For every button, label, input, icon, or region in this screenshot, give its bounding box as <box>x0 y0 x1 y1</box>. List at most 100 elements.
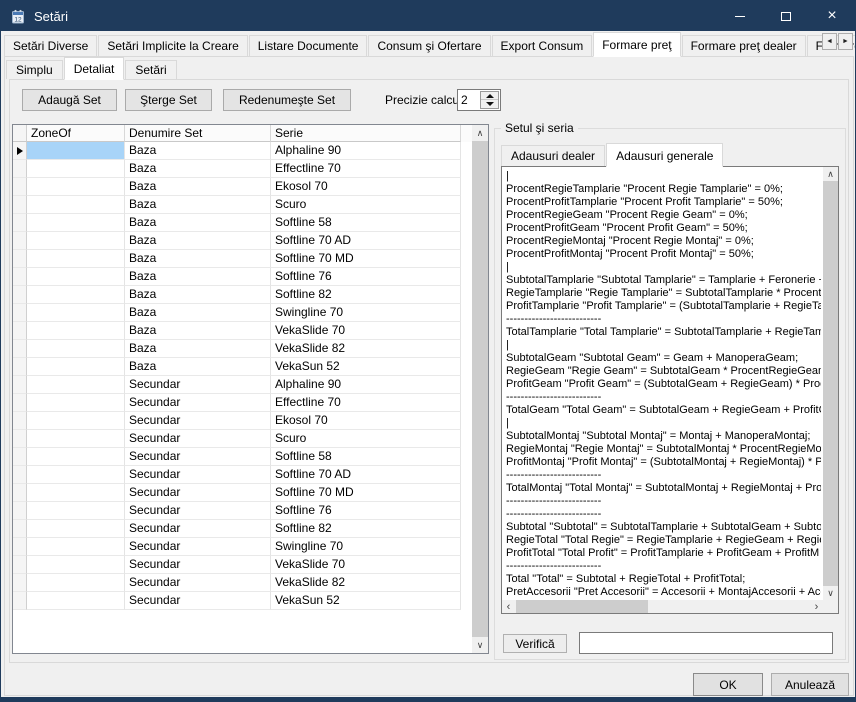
tab-formare-pret[interactable]: Formare preţ <box>593 32 680 57</box>
cell-zoneof[interactable] <box>27 466 125 484</box>
tab-simplu[interactable]: Simplu <box>6 60 63 79</box>
cell-zoneof[interactable] <box>27 484 125 502</box>
cell-serie[interactable]: Softline 70 AD <box>271 466 461 484</box>
tab-export-consum[interactable]: Export Consum <box>492 35 593 56</box>
cell-serie[interactable]: Ekosol 70 <box>271 412 461 430</box>
row-header[interactable] <box>13 466 27 484</box>
row-header[interactable] <box>13 358 27 376</box>
row-header[interactable] <box>13 412 27 430</box>
editor-horizontal-scrollbar[interactable]: ‹ › <box>502 600 823 613</box>
tab-scroll-right-button[interactable]: ► <box>838 33 853 50</box>
cell-zoneof[interactable] <box>27 304 125 322</box>
ok-button[interactable]: OK <box>693 673 763 696</box>
row-header[interactable] <box>13 376 27 394</box>
cell-zoneof[interactable] <box>27 592 125 610</box>
row-header[interactable] <box>13 538 27 556</box>
tab-detaliat[interactable]: Detaliat <box>64 57 125 80</box>
cell-denumire-set[interactable]: Secundar <box>125 484 271 502</box>
cell-zoneof[interactable] <box>27 322 125 340</box>
cell-serie[interactable]: Scuro <box>271 430 461 448</box>
row-header[interactable] <box>13 286 27 304</box>
row-header[interactable] <box>13 322 27 340</box>
cell-serie[interactable]: Softline 58 <box>271 214 461 232</box>
cell-zoneof[interactable] <box>27 574 125 592</box>
cell-serie[interactable]: Scuro <box>271 196 461 214</box>
scrollbar-thumb[interactable] <box>472 141 488 637</box>
row-header[interactable] <box>13 520 27 538</box>
scrollbar-thumb[interactable] <box>823 181 838 586</box>
cell-denumire-set[interactable]: Secundar <box>125 376 271 394</box>
cell-denumire-set[interactable]: Baza <box>125 178 271 196</box>
row-header[interactable] <box>13 448 27 466</box>
cell-denumire-set[interactable]: Baza <box>125 214 271 232</box>
verify-button[interactable]: Verifică <box>503 634 567 653</box>
cell-serie[interactable]: Swingline 70 <box>271 304 461 322</box>
maximize-button[interactable] <box>763 1 809 31</box>
row-header[interactable] <box>13 556 27 574</box>
cell-serie[interactable]: VekaSun 52 <box>271 358 461 376</box>
row-header[interactable] <box>13 340 27 358</box>
cell-zoneof[interactable] <box>27 520 125 538</box>
cell-zoneof[interactable] <box>27 412 125 430</box>
row-header[interactable] <box>13 160 27 178</box>
cell-zoneof[interactable] <box>27 250 125 268</box>
cell-denumire-set[interactable]: Baza <box>125 232 271 250</box>
cell-denumire-set[interactable]: Secundar <box>125 502 271 520</box>
cell-denumire-set[interactable]: Secundar <box>125 394 271 412</box>
row-header[interactable] <box>13 250 27 268</box>
cell-serie[interactable]: Effectline 70 <box>271 394 461 412</box>
cell-zoneof[interactable] <box>27 214 125 232</box>
tab-consum-si-ofertare[interactable]: Consum şi Ofertare <box>368 35 490 56</box>
minimize-button[interactable] <box>717 1 763 31</box>
cell-serie[interactable]: Softline 70 MD <box>271 250 461 268</box>
cell-zoneof[interactable] <box>27 286 125 304</box>
scroll-up-button[interactable]: ∧ <box>472 125 488 141</box>
cell-serie[interactable]: VekaSlide 70 <box>271 322 461 340</box>
tab-setari-diverse[interactable]: Setări Diverse <box>4 35 97 56</box>
close-button[interactable]: × <box>809 1 855 31</box>
delete-set-button[interactable]: Şterge Set <box>125 89 212 111</box>
cell-denumire-set[interactable]: Baza <box>125 196 271 214</box>
cell-serie[interactable]: Ekosol 70 <box>271 178 461 196</box>
cancel-button[interactable]: Anulează <box>771 673 849 696</box>
scroll-down-button[interactable]: ∨ <box>823 586 838 600</box>
cell-zoneof[interactable] <box>27 358 125 376</box>
cell-serie[interactable]: VekaSlide 82 <box>271 574 461 592</box>
formula-text[interactable]: | ProcentRegieTamplarie "Procent Regie T… <box>506 170 821 598</box>
row-header[interactable] <box>13 592 27 610</box>
cell-serie[interactable]: Alphaline 90 <box>271 142 461 160</box>
row-header[interactable] <box>13 214 27 232</box>
cell-zoneof[interactable] <box>27 394 125 412</box>
cell-zoneof[interactable] <box>27 502 125 520</box>
cell-zoneof[interactable] <box>27 142 125 160</box>
row-header[interactable] <box>13 268 27 286</box>
row-header[interactable] <box>13 196 27 214</box>
cell-serie[interactable]: Effectline 70 <box>271 160 461 178</box>
row-header[interactable] <box>13 394 27 412</box>
cell-zoneof[interactable] <box>27 448 125 466</box>
cell-zoneof[interactable] <box>27 538 125 556</box>
tab-adausuri-generale[interactable]: Adausuri generale <box>606 143 723 167</box>
cell-serie[interactable]: Softline 70 MD <box>271 484 461 502</box>
editor-vertical-scrollbar[interactable]: ∧ ∨ <box>823 167 838 600</box>
cell-zoneof[interactable] <box>27 178 125 196</box>
row-header[interactable] <box>13 484 27 502</box>
cell-denumire-set[interactable]: Secundar <box>125 520 271 538</box>
cell-serie[interactable]: VekaSun 52 <box>271 592 461 610</box>
cell-denumire-set[interactable]: Baza <box>125 358 271 376</box>
tab-setari[interactable]: Setări <box>125 60 176 79</box>
row-header[interactable] <box>13 574 27 592</box>
cell-denumire-set[interactable]: Secundar <box>125 574 271 592</box>
cell-denumire-set[interactable]: Baza <box>125 322 271 340</box>
scroll-down-button[interactable]: ∨ <box>472 637 488 653</box>
cell-denumire-set[interactable]: Secundar <box>125 448 271 466</box>
row-header[interactable] <box>13 142 27 160</box>
cell-serie[interactable]: Swingline 70 <box>271 538 461 556</box>
tab-scroll-left-button[interactable]: ◄ <box>822 33 837 50</box>
tab-listare-documente[interactable]: Listare Documente <box>249 35 368 56</box>
cell-zoneof[interactable] <box>27 340 125 358</box>
spinner-up-button[interactable] <box>481 92 498 100</box>
cell-denumire-set[interactable]: Secundar <box>125 412 271 430</box>
cell-denumire-set[interactable]: Secundar <box>125 592 271 610</box>
scroll-up-button[interactable]: ∧ <box>823 167 838 181</box>
